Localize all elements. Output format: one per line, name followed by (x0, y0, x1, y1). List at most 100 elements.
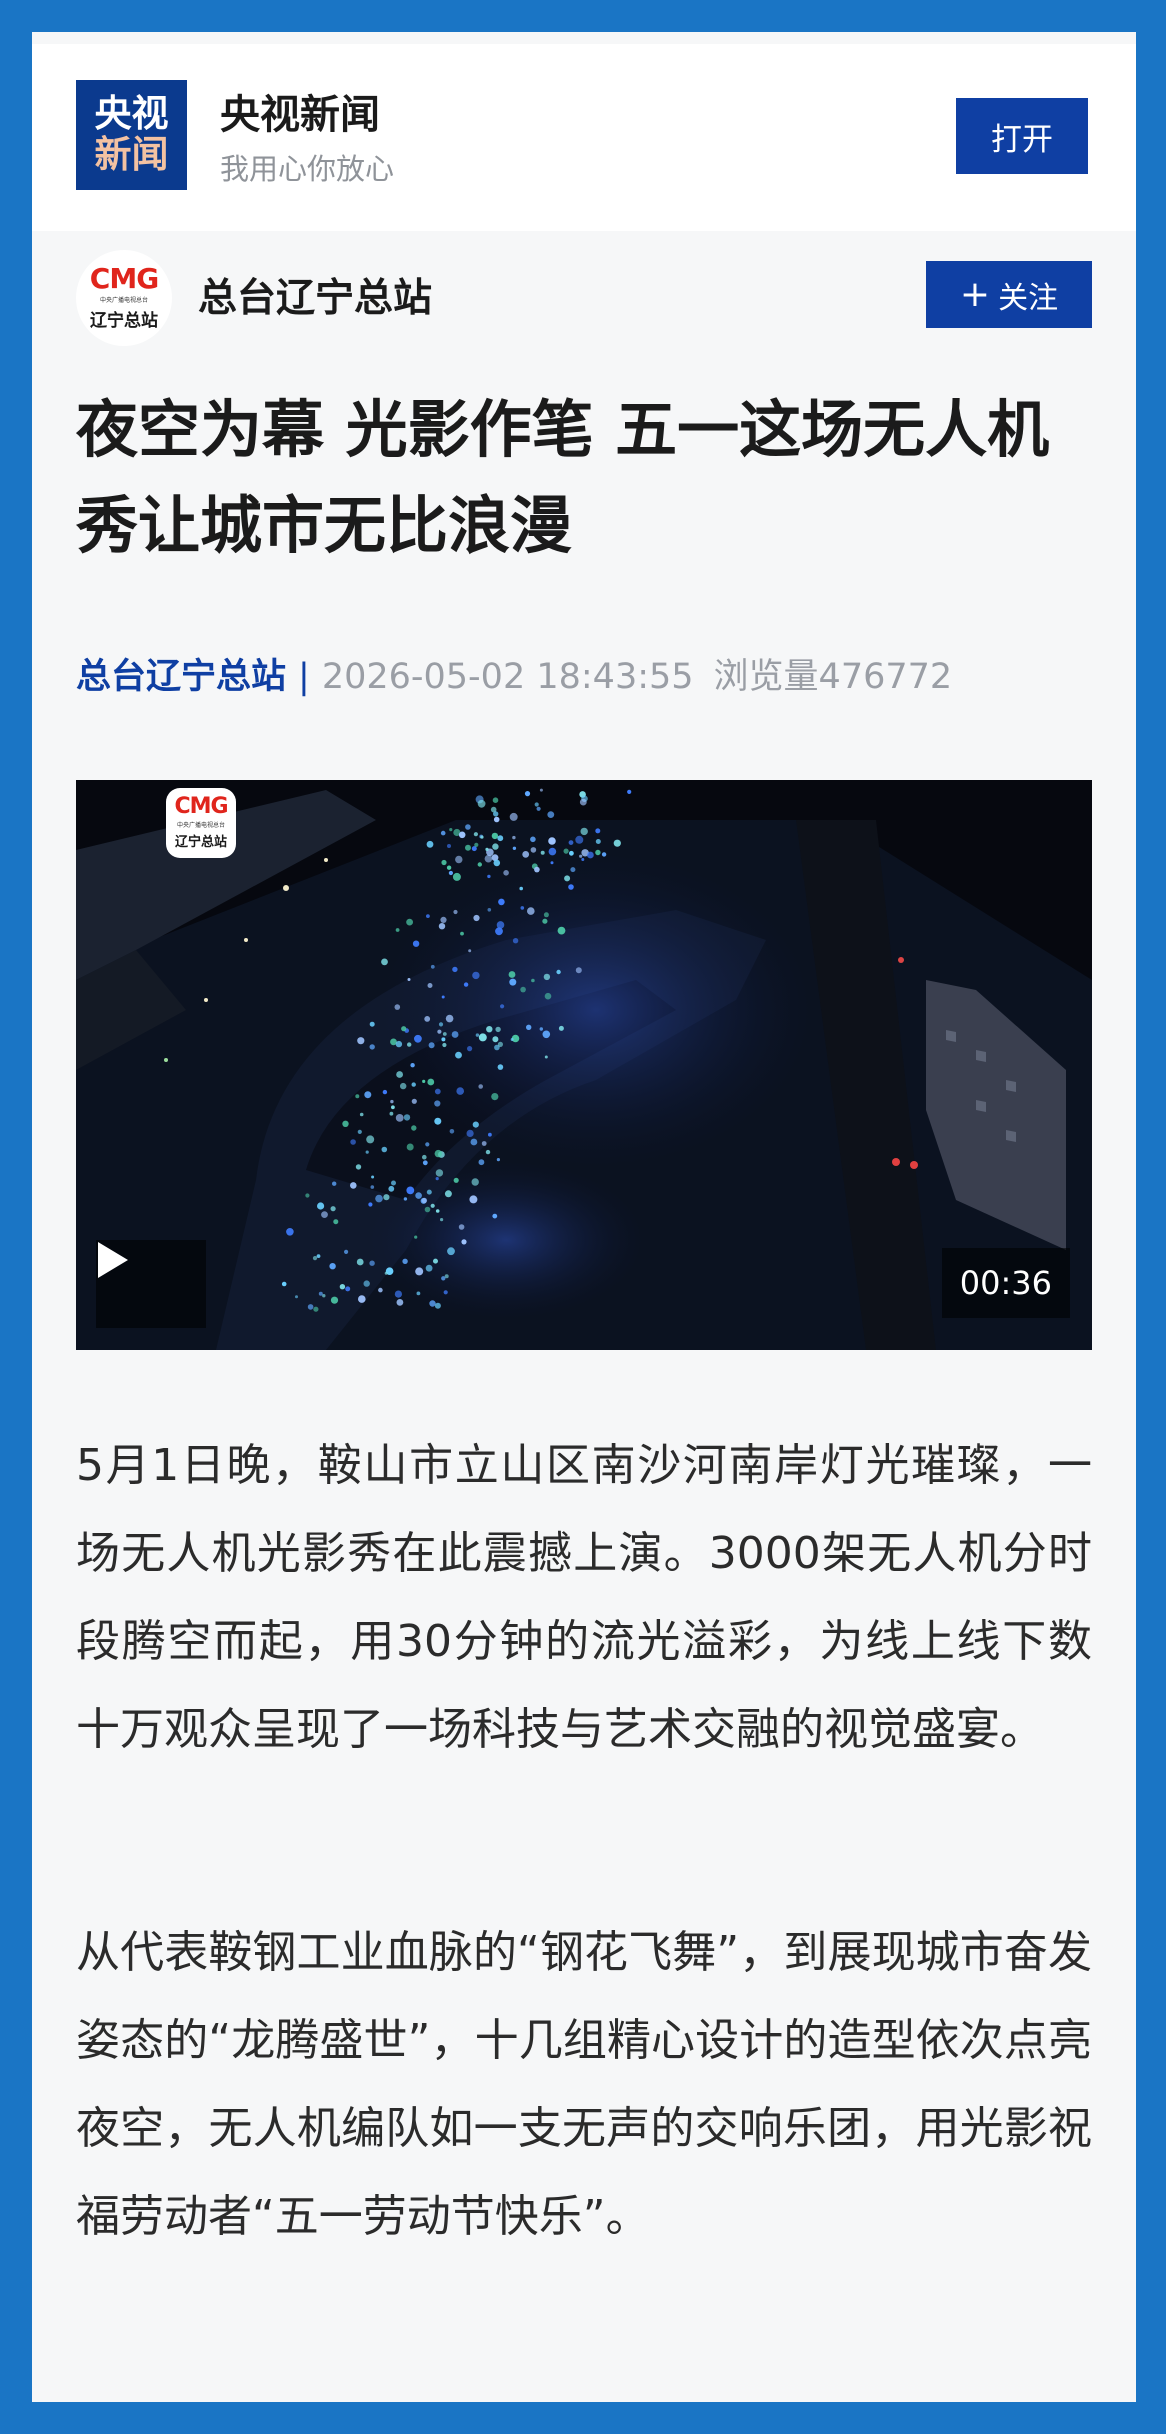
channel-avatar[interactable]: CMG 中央广播电视总台 辽宁总站 (76, 250, 172, 346)
drone-light (543, 973, 551, 981)
drone-light (369, 1044, 375, 1050)
drone-light (411, 1098, 417, 1104)
drone-light (313, 1306, 319, 1312)
drone-light (395, 928, 400, 932)
video-duration: 00:36 (941, 1248, 1070, 1318)
drone-light (558, 1025, 564, 1031)
drone-light (295, 1295, 298, 1299)
drone-light (382, 1089, 388, 1095)
drone-light (321, 1211, 328, 1218)
open-app-button[interactable]: 打开 (956, 98, 1088, 174)
drone-light (465, 824, 471, 830)
drone-light (433, 1258, 438, 1264)
drone-light (484, 854, 493, 863)
video-player[interactable]: CMG 中央广播电视总台 辽宁总站 00:36 (76, 780, 1092, 1350)
drone-light (477, 799, 486, 808)
drone-light (456, 1087, 465, 1095)
drone-light (581, 858, 585, 861)
drone-light (411, 1082, 416, 1087)
drone-light (355, 1094, 360, 1099)
app-name: 央视新闻 (220, 92, 380, 138)
drone-light (425, 1264, 433, 1272)
drone-light (497, 1064, 504, 1070)
drone-light (312, 1256, 318, 1261)
drone-light (478, 1033, 487, 1042)
drone-light (473, 832, 478, 837)
drone-light (575, 967, 582, 974)
drone-light (426, 840, 434, 848)
drone-light (444, 1190, 452, 1198)
drone-light (440, 916, 447, 923)
drone-light (579, 854, 583, 858)
drone-light (350, 1182, 357, 1189)
drone-light (480, 835, 484, 839)
channel-name[interactable]: 总台辽宁总站 (198, 267, 432, 323)
drone-light (540, 850, 545, 855)
drone-light (460, 931, 464, 936)
drone-light (557, 926, 566, 935)
drone-light (500, 1004, 505, 1009)
drone-light (570, 867, 576, 873)
drone-light (493, 859, 501, 867)
drone-light (357, 1037, 365, 1045)
drone-light (542, 1030, 551, 1039)
drone-light (579, 798, 587, 806)
drone-light (496, 1158, 500, 1162)
article-source[interactable]: 总台辽宁总站 (76, 657, 286, 697)
drone-light (437, 1029, 442, 1034)
drone-light (453, 1177, 459, 1183)
drone-light (492, 797, 499, 803)
drone-light (443, 1290, 448, 1295)
play-button[interactable] (96, 1240, 206, 1328)
drone-light (498, 898, 505, 906)
drone-light (536, 806, 541, 811)
drone-light (370, 1185, 375, 1189)
follow-button[interactable]: + 关注 (926, 261, 1092, 328)
drone-light (428, 1042, 435, 1049)
drone-light (407, 1042, 412, 1047)
drone-light (358, 1295, 366, 1303)
drone-light (406, 1186, 415, 1195)
drone-light (440, 830, 446, 836)
drone-light (448, 870, 453, 876)
drone-light (461, 1239, 467, 1245)
drone-light (526, 1024, 532, 1030)
drone-light (359, 1112, 364, 1117)
drone-light (512, 835, 516, 840)
drone-light (548, 847, 557, 856)
follow-label: 关注 (998, 280, 1059, 316)
drone-light (394, 1290, 402, 1298)
drone-light (478, 1159, 485, 1166)
app-logo-line2: 新闻 (94, 133, 169, 176)
drone-light (534, 866, 540, 873)
drone-light (435, 1209, 440, 1213)
drone-light (406, 918, 413, 926)
drone-light (544, 992, 552, 1000)
drone-light (595, 828, 601, 834)
drone-light (441, 995, 445, 999)
drone-light (568, 884, 574, 890)
drone-light (449, 1129, 455, 1134)
drone-light (438, 923, 446, 930)
drone-light (414, 1034, 422, 1043)
drone-light (434, 1088, 441, 1095)
drone-light (494, 1044, 500, 1051)
drone-light (487, 874, 491, 879)
drone-light (383, 1194, 390, 1201)
drone-light (430, 964, 435, 969)
drone-light (493, 811, 499, 817)
drone-light (503, 870, 509, 876)
article-title: 夜空为幕 光影作笔 五一这场无人机秀让城市无比浪漫 (76, 393, 1050, 562)
drone-light (569, 850, 574, 856)
drone-light (539, 1027, 543, 1031)
article-meta: 总台辽宁总站 | 2026-05-02 18:43:55 浏览量476772 (76, 648, 952, 699)
drone-light (575, 835, 584, 844)
play-icon (98, 1242, 128, 1278)
drone-light (426, 1189, 432, 1195)
drone-light (394, 1004, 401, 1010)
drone-light (422, 1154, 427, 1160)
drone-light (412, 940, 420, 947)
watermark-subtitle: 中央广播电视总台 (176, 822, 225, 829)
drone-light (389, 1111, 394, 1116)
drone-light (425, 1142, 430, 1147)
